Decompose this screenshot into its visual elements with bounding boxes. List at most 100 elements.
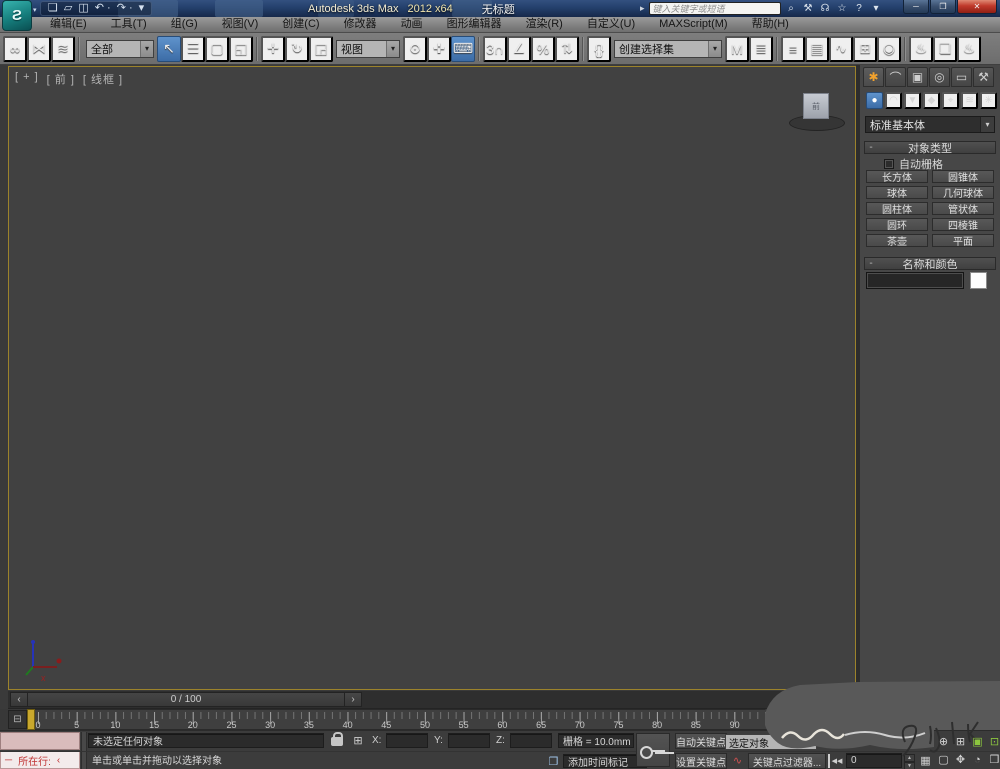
open-file-icon[interactable]: ▱	[64, 2, 72, 15]
spinner-down-icon[interactable]: ▼	[904, 762, 915, 769]
object-type-box-button[interactable]: 长方体	[866, 170, 928, 184]
time-slider-value[interactable]: 0 / 100	[28, 692, 344, 707]
unlink-selection-button[interactable]: ⋈	[27, 35, 51, 62]
coord-x-field[interactable]	[386, 733, 428, 748]
viewport-menu-pov[interactable]: [ 前 ]	[47, 71, 75, 87]
selection-filter-dropdown[interactable]: 全部 ▾	[86, 39, 154, 58]
collapse-icon[interactable]: -	[865, 258, 877, 269]
tab-motion[interactable]: ◎	[929, 67, 950, 87]
orbit-button[interactable]: ◔	[970, 752, 985, 767]
object-type-sphere-button[interactable]: 球体	[866, 186, 928, 200]
chevron-down-icon[interactable]: ▾	[140, 40, 153, 57]
coord-z-field[interactable]	[510, 733, 552, 748]
tab-display[interactable]: ▭	[951, 67, 972, 87]
menu-item-tools[interactable]: 工具(T)	[99, 17, 159, 32]
tab-create[interactable]: ✱	[863, 67, 884, 87]
tab-utilities[interactable]: ⚒	[973, 67, 994, 87]
new-scene-icon[interactable]: ❏	[48, 2, 58, 15]
rendered-frame-window-button[interactable]: ❏	[933, 35, 957, 62]
zoom-extents-button[interactable]: ▣	[970, 734, 985, 749]
align-button[interactable]: ≣	[749, 35, 773, 62]
angle-snap-toggle-button[interactable]: ∠	[507, 35, 531, 62]
keyboard-shortcut-override-button[interactable]: ⌨	[451, 35, 475, 62]
toolbar-options-icon[interactable]: ▾	[139, 2, 145, 15]
tab-hierarchy[interactable]: ▣	[907, 67, 928, 87]
absolute-mode-toggle[interactable]: ⊞	[350, 733, 366, 748]
menu-item-create[interactable]: 创建(C)	[270, 17, 331, 32]
reference-coordinate-system-dropdown[interactable]: 视图 ▾	[336, 39, 400, 58]
select-object-button[interactable]: ↖	[157, 35, 181, 62]
select-by-name-button[interactable]: ☰	[181, 35, 205, 62]
mirror-button[interactable]: M	[725, 35, 749, 62]
chevron-down-icon[interactable]: ▾	[980, 117, 994, 132]
rollout-object-type[interactable]: - 对象类型	[864, 141, 996, 155]
menu-item-modifiers[interactable]: 修改器	[332, 17, 389, 32]
menu-item-edit[interactable]: 编辑(E)	[38, 17, 99, 32]
window-crossing-button[interactable]: ◱	[229, 35, 253, 62]
search-input[interactable]: 键入关键字或短语	[648, 2, 781, 15]
selection-lock-toggle[interactable]	[329, 732, 345, 748]
object-type-pyramid-button[interactable]: 四棱锥	[932, 218, 994, 232]
chevron-down-icon[interactable]: ▾	[33, 6, 37, 14]
zoom-button[interactable]: ⊕	[936, 734, 951, 749]
maximize-viewport-button[interactable]: ❒	[987, 752, 1000, 767]
open-mini-curve-editor-button[interactable]: ⊟	[8, 710, 27, 729]
render-setup-button[interactable]: ♨	[909, 35, 933, 62]
zoom-region-button[interactable]: ▢	[936, 752, 951, 767]
menu-item-group[interactable]: 组(G)	[159, 17, 210, 32]
track-bar-ruler[interactable]: 0 5 10 15 20 25 30 35 40 45 50 55 60 65 70 75 80 85 90	[28, 709, 780, 730]
category-dropdown[interactable]: 标准基本体 ▾	[865, 116, 995, 133]
object-type-plane-button[interactable]: 平面	[932, 234, 994, 248]
object-type-tube-button[interactable]: 管状体	[932, 202, 994, 216]
new-key-tangent-icon[interactable]: ∿	[730, 753, 745, 768]
viewcube[interactable]: 前	[787, 89, 847, 135]
viewport-menu-general[interactable]: [ + ]	[15, 71, 39, 87]
bind-to-space-warp-button[interactable]: ≋	[51, 35, 75, 62]
object-type-teapot-button[interactable]: 茶壶	[866, 234, 928, 248]
select-and-move-button[interactable]: ✛	[261, 35, 285, 62]
spinner-snap-toggle-button[interactable]: ⇅	[555, 35, 579, 62]
viewcube-front-face[interactable]: 前	[803, 93, 829, 119]
tab-modify[interactable]: ⌒	[885, 67, 906, 87]
subtab-space-warps[interactable]: ≋	[961, 92, 978, 109]
rectangular-selection-region-button[interactable]: ▢	[205, 35, 229, 62]
maximize-button[interactable]: ❐	[930, 0, 956, 14]
current-frame-indicator[interactable]	[27, 709, 35, 730]
chevron-down-icon[interactable]: ▾	[708, 40, 721, 57]
toggle-set-key-mode-button[interactable]	[636, 733, 670, 767]
infocenter-options-icon[interactable]: ▾	[870, 3, 883, 14]
object-color-swatch[interactable]	[970, 272, 987, 289]
favorites-icon[interactable]: ☆	[836, 3, 849, 14]
time-slider-handle[interactable]: ‹ 0 / 100 ›	[10, 692, 362, 707]
zoom-all-button[interactable]: ⊞	[953, 734, 968, 749]
minimize-button[interactable]: ─	[903, 0, 929, 14]
schematic-view-button[interactable]: ⊞	[853, 35, 877, 62]
viewport-front[interactable]: [ + ] [ 前 ] [ 线框 ] 前 x	[8, 66, 856, 690]
previous-frame-button[interactable]: ‹	[10, 692, 28, 707]
menu-item-maxscript[interactable]: MAXScript(M)	[647, 17, 739, 32]
chevron-down-icon[interactable]: ▾	[386, 40, 399, 57]
undo-icon[interactable]: ↶ ·	[95, 2, 111, 15]
select-and-link-button[interactable]: ∞	[3, 35, 27, 62]
close-button[interactable]: ✕	[957, 0, 997, 14]
graphite-modeling-tools-button[interactable]: ▤	[805, 35, 829, 62]
set-key-button[interactable]: 设置关键点	[675, 753, 727, 769]
help-icon[interactable]: ?	[853, 3, 866, 14]
object-name-input[interactable]	[866, 272, 964, 289]
auto-key-button[interactable]: 自动关键点	[675, 733, 727, 749]
object-type-cone-button[interactable]: 圆锥体	[932, 170, 994, 184]
pan-button[interactable]: ✥	[953, 752, 968, 767]
use-pivot-point-center-button[interactable]: ⊙	[403, 35, 427, 62]
select-and-manipulate-button[interactable]: ✜	[427, 35, 451, 62]
next-frame-button[interactable]: ›	[344, 692, 362, 707]
edit-named-selection-sets-button[interactable]: {}	[587, 35, 611, 62]
menu-item-views[interactable]: 视图(V)	[210, 17, 271, 32]
rollout-name-color[interactable]: - 名称和颜色	[864, 257, 996, 271]
collapse-icon[interactable]: -	[865, 142, 877, 153]
flyout-arrow-icon[interactable]: ▸	[640, 3, 645, 14]
object-type-geosphere-button[interactable]: 几何球体	[932, 186, 994, 200]
zoom-extents-all-button[interactable]: ⊡	[987, 734, 1000, 749]
subtab-systems[interactable]: ✳	[980, 92, 997, 109]
autogrid-checkbox[interactable]	[884, 159, 894, 169]
subscription-icon[interactable]: ⚒	[802, 3, 815, 14]
